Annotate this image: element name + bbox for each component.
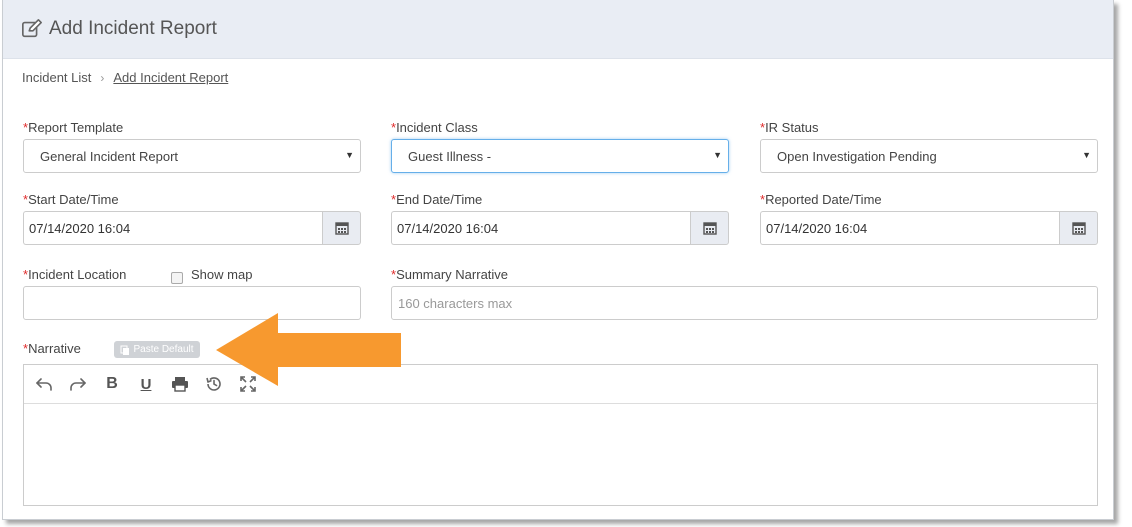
edit-icon [22, 19, 42, 38]
editor-toolbar: B U [24, 365, 1097, 404]
start-datetime-label: *Start Date/Time [23, 192, 119, 207]
report-template-select[interactable]: General Incident Report ▼ [23, 139, 361, 173]
breadcrumb-incident-list[interactable]: Incident List [22, 70, 91, 85]
end-datetime-input[interactable]: 07/14/2020 16:04 [391, 211, 690, 245]
reported-datetime-label: *Reported Date/Time [760, 192, 882, 207]
page-title: Add Incident Report [49, 18, 217, 39]
paste-default-button[interactable]: Paste Default [114, 341, 200, 358]
print-icon[interactable] [170, 374, 190, 394]
undo-icon[interactable] [34, 374, 54, 394]
summary-narrative-placeholder: 160 characters max [398, 295, 513, 311]
paste-default-label: Paste Default [133, 344, 194, 355]
incident-location-label: *Incident Location [23, 267, 127, 282]
caret-down-icon: ▼ [345, 150, 354, 160]
page-header: Add Incident Report [3, 0, 1113, 59]
reported-datetime-input[interactable]: 07/14/2020 16:04 [760, 211, 1059, 245]
breadcrumb-add-incident-report[interactable]: Add Incident Report [113, 70, 228, 85]
report-template-value: General Incident Report [40, 148, 179, 164]
incident-class-value: Guest Illness - [408, 148, 492, 164]
calendar-icon[interactable] [690, 211, 729, 245]
reported-datetime-group: 07/14/2020 16:04 [760, 211, 1098, 245]
page-frame: Add Incident Report Incident List › Add … [2, 0, 1114, 520]
incident-class-label: *Incident Class [391, 120, 478, 135]
editor-content-area[interactable] [24, 404, 1097, 504]
show-map-checkbox[interactable] [171, 272, 183, 284]
ir-status-label: *IR Status [760, 120, 819, 135]
ir-status-value: Open Investigation Pending [777, 148, 937, 164]
bold-icon[interactable]: B [102, 374, 122, 394]
calendar-icon[interactable] [1059, 211, 1098, 245]
report-template-label: *Report Template [23, 120, 124, 135]
breadcrumb: Incident List › Add Incident Report [22, 70, 228, 85]
end-datetime-label: *End Date/Time [391, 192, 483, 207]
incident-class-select[interactable]: Guest Illness - ▼ [391, 139, 729, 173]
paste-icon [120, 345, 130, 355]
summary-narrative-label: *Summary Narrative [391, 267, 509, 282]
summary-narrative-input[interactable]: 160 characters max [391, 286, 1098, 320]
narrative-editor[interactable]: B U [23, 364, 1098, 506]
pointer-arrow-icon [216, 313, 401, 386]
start-datetime-input[interactable]: 07/14/2020 16:04 [23, 211, 322, 245]
ir-status-select[interactable]: Open Investigation Pending ▼ [760, 139, 1098, 173]
chevron-right-icon: › [100, 70, 105, 85]
redo-icon[interactable] [68, 374, 88, 394]
calendar-icon[interactable] [322, 211, 361, 245]
caret-down-icon: ▼ [1082, 150, 1091, 160]
underline-icon[interactable]: U [136, 374, 156, 394]
show-map-label[interactable]: Show map [191, 267, 252, 282]
narrative-label: *Narrative [23, 341, 81, 356]
start-datetime-group: 07/14/2020 16:04 [23, 211, 361, 245]
end-datetime-group: 07/14/2020 16:04 [391, 211, 729, 245]
caret-down-icon: ▼ [713, 150, 722, 160]
